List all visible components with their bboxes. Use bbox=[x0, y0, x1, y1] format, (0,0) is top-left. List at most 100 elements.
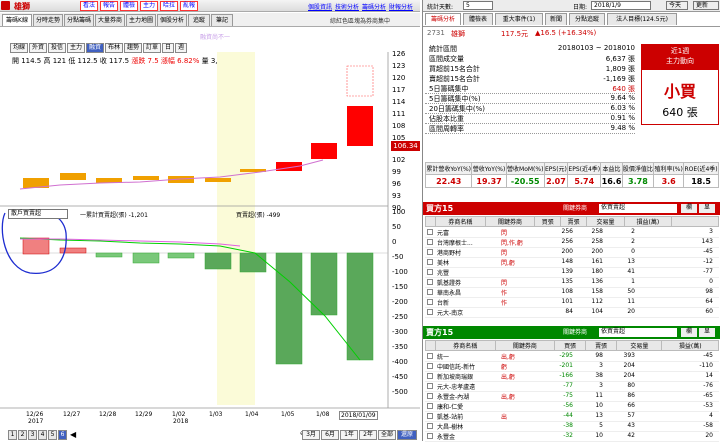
broker-name[interactable]: 台灣摩根士... bbox=[437, 238, 499, 247]
buy-show-button[interactable]: 显 bbox=[699, 204, 715, 213]
table-row[interactable]: 兆豐 139 180 41 -77 bbox=[425, 268, 719, 278]
table-row[interactable]: 美林 閃,虧 148 161 13 -12 bbox=[425, 258, 719, 268]
page-btn[interactable]: 1 bbox=[8, 430, 17, 440]
table-row[interactable]: 港商野村閃 200 200 0 -45 bbox=[425, 248, 719, 258]
menu-hala-button[interactable]: 哈拉 bbox=[160, 1, 179, 11]
broker-name[interactable]: 凱基證券 bbox=[437, 278, 499, 287]
table-row[interactable]: 台灣摩根士... 閃,作,虧 256 258 2 143 bbox=[425, 238, 719, 248]
tab-intraday[interactable]: 分時走勢 bbox=[33, 14, 63, 26]
table-row[interactable]: 元大-南京 84 104 20 60 bbox=[425, 308, 719, 318]
tab-track[interactable]: 追蹤 bbox=[188, 14, 210, 26]
row-checkbox[interactable] bbox=[427, 279, 433, 285]
menu-random-button[interactable]: 亂報 bbox=[180, 1, 199, 11]
table-row[interactable]: 新加坡商瑞銀 出,虧 -166 38 204 14 bbox=[425, 372, 719, 382]
table-row[interactable]: 華南永昌作 108 158 50 98 bbox=[425, 288, 719, 298]
broker-name[interactable]: 康和-仁愛 bbox=[437, 402, 499, 411]
row-checkbox[interactable] bbox=[427, 309, 433, 315]
sell-col-button[interactable]: 欄 bbox=[681, 328, 697, 337]
range-3m-button[interactable]: 3月 bbox=[302, 430, 320, 440]
table-row[interactable]: 中國信託-新竹虧 -201 3 204 -110 bbox=[425, 362, 719, 372]
tab-analysis[interactable]: 個股分析 bbox=[157, 14, 187, 26]
row-checkbox[interactable] bbox=[427, 423, 433, 429]
tab-branch[interactable]: 分點籌碼 bbox=[64, 14, 94, 26]
page-btn[interactable]: 5 bbox=[48, 430, 57, 440]
row-checkbox[interactable] bbox=[427, 433, 433, 439]
row-checkbox[interactable] bbox=[427, 413, 433, 419]
link-finance[interactable]: 財報分析 bbox=[389, 2, 413, 11]
row-checkbox[interactable] bbox=[427, 403, 433, 409]
broker-name[interactable]: 元大-南京 bbox=[437, 308, 499, 317]
table-row[interactable]: 元大-忠孝盧遠 -77 3 80 -76 bbox=[425, 382, 719, 392]
tab-bigvol[interactable]: 大量券商 bbox=[95, 14, 125, 26]
table-row[interactable]: 凱基-站前出 -44 13 57 4 bbox=[425, 412, 719, 422]
update-button[interactable]: 更新 bbox=[693, 1, 719, 10]
range-all-button[interactable]: 全部 bbox=[378, 430, 396, 440]
page-btn[interactable]: 4 bbox=[38, 430, 47, 440]
row-checkbox[interactable] bbox=[427, 289, 433, 295]
row-checkbox[interactable] bbox=[427, 239, 433, 245]
broker-name[interactable]: 中國信託-新竹 bbox=[437, 362, 499, 371]
broker-name[interactable]: 統一 bbox=[437, 352, 499, 361]
row-checkbox[interactable] bbox=[427, 373, 433, 379]
tab-target[interactable]: 法人目標(124.5元) bbox=[607, 13, 677, 25]
days-select[interactable]: 5 bbox=[463, 1, 493, 10]
tab-mainmap[interactable]: 主力地圖 bbox=[126, 14, 156, 26]
tab-news[interactable]: 新聞 bbox=[545, 13, 567, 25]
restore-button[interactable]: 還原 bbox=[397, 430, 417, 440]
link-chip[interactable]: 籌碼分析 bbox=[362, 2, 386, 11]
row-checkbox[interactable] bbox=[427, 299, 433, 305]
row-checkbox[interactable] bbox=[427, 383, 433, 389]
sell-show-button[interactable]: 显 bbox=[699, 328, 715, 337]
table-row[interactable]: 凱基證券閃 135 136 1 0 bbox=[425, 278, 719, 288]
menu-view-button[interactable]: 看法 bbox=[80, 1, 99, 11]
row-checkbox[interactable] bbox=[427, 393, 433, 399]
tab-events[interactable]: 重大事件(1) bbox=[495, 13, 543, 25]
table-row[interactable]: 康和-仁愛 -56 10 66 -53 bbox=[425, 402, 719, 412]
buy-sort-select[interactable]: 依買賣超 bbox=[599, 204, 677, 213]
menu-report-button[interactable]: 報告 bbox=[100, 1, 119, 11]
table-row[interactable]: 統一 出,虧 -295 98 393 -45 bbox=[425, 352, 719, 362]
tab-chip-k[interactable]: 籌碼K線 bbox=[2, 14, 32, 26]
range-6m-button[interactable]: 6月 bbox=[321, 430, 339, 440]
row-checkbox[interactable] bbox=[427, 353, 433, 359]
table-row[interactable]: 永豐金-內湖 出,虧 -75 11 86 -65 bbox=[425, 392, 719, 402]
range-1y-button[interactable]: 1年 bbox=[340, 430, 358, 440]
broker-name[interactable]: 美林 bbox=[437, 258, 499, 267]
broker-name[interactable]: 兆豐 bbox=[437, 268, 499, 277]
menu-main-button[interactable]: 主力 bbox=[140, 1, 159, 11]
broker-name[interactable]: 永豐金 bbox=[437, 432, 499, 441]
broker-name[interactable]: 元大-忠孝盧遠 bbox=[437, 382, 499, 391]
link-stock-info[interactable]: 個股資訊 bbox=[308, 2, 332, 11]
broker-name[interactable]: 元富 bbox=[437, 228, 499, 237]
broker-name[interactable]: 台新 bbox=[437, 298, 499, 307]
range-2y-button[interactable]: 2年 bbox=[359, 430, 377, 440]
tab-branch-track[interactable]: 分點追蹤 bbox=[569, 13, 605, 25]
tab-checkup[interactable]: 體檢表 bbox=[463, 13, 493, 25]
menu-check-button[interactable]: 體檢 bbox=[120, 1, 139, 11]
row-checkbox[interactable] bbox=[427, 259, 433, 265]
sell-sort-select[interactable]: 依買賣超 bbox=[599, 328, 677, 337]
date-input[interactable]: 2018/1/9 bbox=[591, 1, 651, 10]
table-row[interactable]: 元富閃 256 258 2 3 bbox=[425, 228, 719, 238]
table-row[interactable]: 台新作 101 112 11 64 bbox=[425, 298, 719, 308]
row-checkbox[interactable] bbox=[427, 363, 433, 369]
row-checkbox[interactable] bbox=[427, 229, 433, 235]
broker-name[interactable]: 港商野村 bbox=[437, 248, 499, 257]
broker-name[interactable]: 華南永昌 bbox=[437, 288, 499, 297]
broker-name[interactable]: 大昌-樹林 bbox=[437, 422, 499, 431]
broker-name[interactable]: 永豐金-內湖 bbox=[437, 392, 499, 401]
page-btn-active[interactable]: 6 bbox=[58, 430, 67, 440]
page-btn[interactable]: 3 bbox=[28, 430, 37, 440]
row-checkbox[interactable] bbox=[427, 249, 433, 255]
link-tech[interactable]: 技術分析 bbox=[335, 2, 359, 11]
tab-note[interactable]: 筆記 bbox=[211, 14, 233, 26]
lower-indicator-select[interactable]: 散戶買賣超 bbox=[8, 209, 68, 219]
tab-chip-analysis[interactable]: 籌碼分析 bbox=[425, 13, 461, 25]
broker-name[interactable]: 新加坡商瑞銀 bbox=[437, 372, 499, 381]
buy-col-button[interactable]: 欄 bbox=[681, 204, 697, 213]
today-button[interactable]: 今天 bbox=[666, 1, 688, 10]
row-checkbox[interactable] bbox=[427, 269, 433, 275]
prev-arrow-icon[interactable]: ◀ bbox=[70, 430, 76, 439]
table-row[interactable]: 大昌-樹林 -38 5 43 -58 bbox=[425, 422, 719, 432]
broker-name[interactable]: 凱基-站前 bbox=[437, 412, 499, 421]
